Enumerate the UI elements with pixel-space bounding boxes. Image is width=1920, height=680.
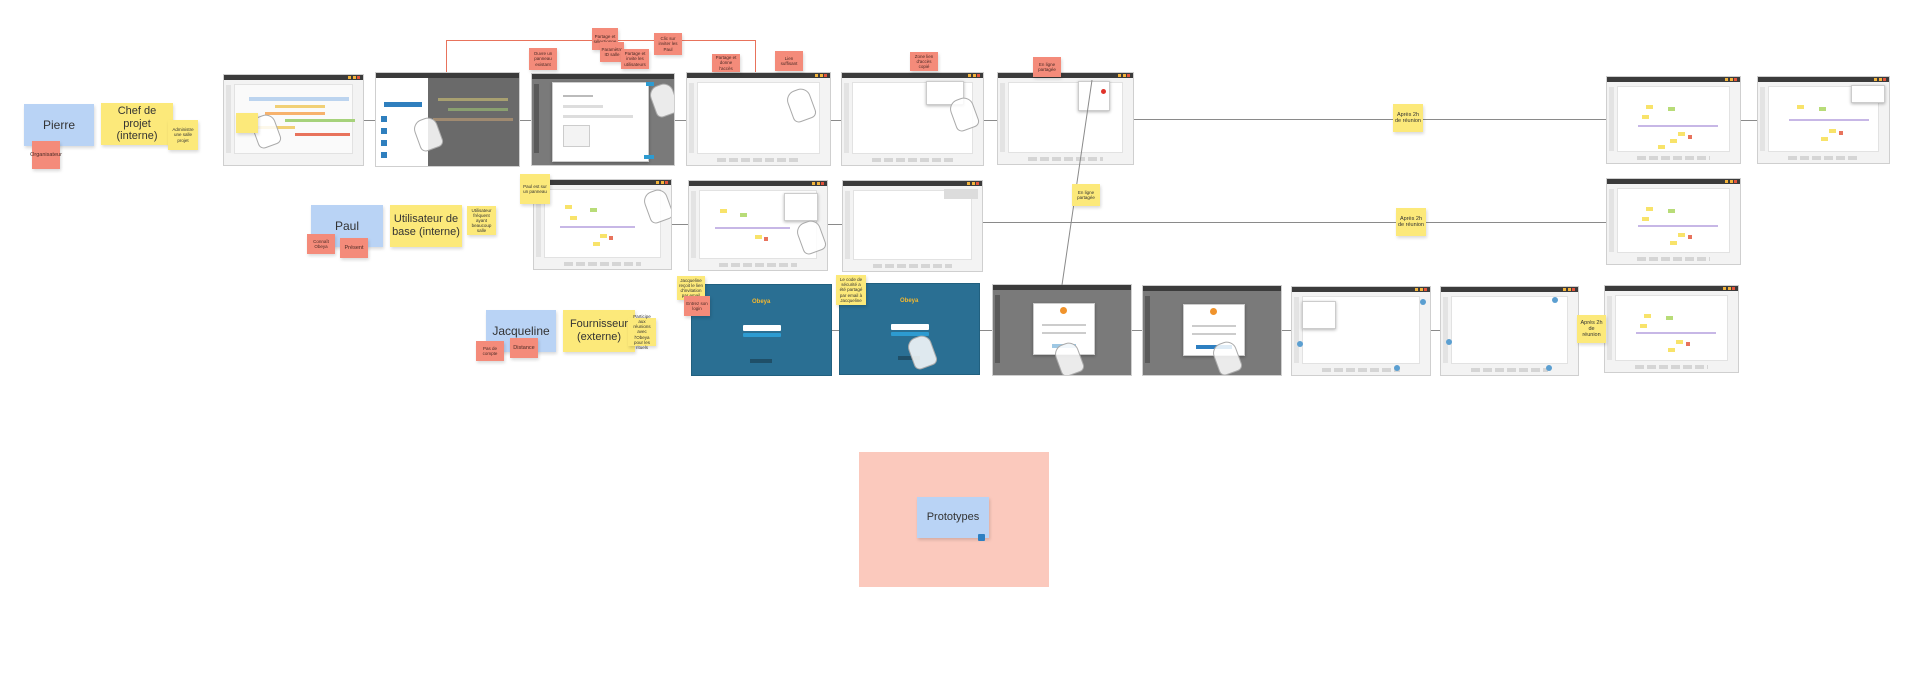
note-row3-b[interactable]: Entrez son login [684, 296, 710, 316]
note-row1-i[interactable]: En ligne partagée [1033, 57, 1061, 77]
screen-r1-2[interactable] [375, 72, 520, 167]
connector-r2-2 [828, 224, 842, 225]
screen-r2-3[interactable] [842, 180, 983, 272]
connector-r1-6 [1741, 120, 1757, 121]
connector-r3-5 [1431, 330, 1440, 331]
note-row3-c[interactable]: Le code de sécurité a été partagé par em… [836, 275, 866, 305]
screen-r3-5[interactable] [1291, 286, 1431, 376]
connector-r1-long [1134, 119, 1606, 120]
persona-pierre-tag[interactable]: Organisateur [30, 141, 62, 169]
note-row1-a[interactable]: Ouvre un panneau existant [529, 48, 557, 70]
prototypes-link-icon[interactable] [978, 534, 985, 541]
screen-r1-8[interactable] [1757, 76, 1890, 164]
screen-r1-3[interactable] [531, 73, 675, 166]
connector-r1-2 [520, 120, 531, 121]
note-after-meeting-r2[interactable]: Après 2h de réunion [1396, 208, 1426, 236]
note-after-meeting-r1[interactable]: Après 2h de réunion [1393, 104, 1423, 132]
screen-r3-3[interactable] [992, 284, 1132, 376]
note-row1-e[interactable]: Clic sur inviter les Paul [654, 33, 682, 55]
screen-r1-5[interactable] [841, 72, 984, 166]
connector-r3-1 [832, 330, 839, 331]
persona-paul-role[interactable]: Utilisateur de base (interne) [390, 205, 462, 247]
persona-paul-tag-1[interactable]: Connaît Obeya [307, 234, 335, 254]
persona-jacqueline-tag-2[interactable]: Distance [510, 338, 538, 358]
screen-r2-2[interactable] [688, 180, 828, 271]
connector-r3-4 [1282, 330, 1291, 331]
screen-r2-4[interactable] [1606, 178, 1741, 265]
screen-r1-1[interactable] [223, 74, 364, 166]
screen-r1-4[interactable] [686, 72, 831, 166]
note-row1-f[interactable]: Partage et donne l'accès [712, 54, 740, 72]
prototypes-label[interactable]: Prototypes [917, 497, 989, 538]
persona-paul-tag-2[interactable]: Présent [340, 238, 368, 258]
persona-jacqueline-role[interactable]: Fournisseur (externe) [563, 310, 635, 352]
screen-r3-7[interactable] [1604, 285, 1739, 373]
persona-pierre-role[interactable]: Chef de projet (interne) [101, 103, 173, 145]
note-mid[interactable]: En ligne partagée [1072, 184, 1100, 206]
note-row1-g[interactable]: Lien suffisant [775, 51, 803, 71]
screen-r1-1-note[interactable] [236, 113, 258, 133]
screen-r2-1[interactable] [533, 179, 672, 270]
connector-r1-5 [984, 120, 997, 121]
persona-jacqueline-tag-1[interactable]: Pas de compte [476, 341, 504, 361]
note-row1-d[interactable]: Partage et invite les utilisateurs [621, 49, 649, 69]
note-after-meeting-r3[interactable]: Après 2h de réunion [1577, 315, 1606, 343]
persona-pierre-card[interactable]: Pierre [24, 104, 94, 146]
connector-r1-3 [675, 120, 686, 121]
connector-r1-1 [364, 120, 375, 121]
screen-r3-login-1[interactable]: Obeya [691, 284, 832, 376]
persona-pierre-note[interactable]: Administre une salle projet [168, 120, 198, 150]
persona-paul-note[interactable]: Utilisateur fréquent ayant beaucoup sall… [467, 206, 496, 235]
connector-r2-1 [672, 224, 688, 225]
screen-r1-7[interactable] [1606, 76, 1741, 164]
connector-r1-4 [831, 120, 841, 121]
screen-r3-4[interactable] [1142, 285, 1282, 376]
persona-jacqueline-note[interactable]: Participe aux réunions avec l'Obeya pour… [628, 314, 656, 350]
note-row1-h[interactable]: Zone lien d'accès copié [910, 52, 938, 71]
note-row2-a[interactable]: Paul est sur un panneau [520, 174, 550, 204]
connector-r3-3 [1132, 330, 1142, 331]
connector-r3-2 [980, 330, 992, 331]
screen-r3-6[interactable] [1440, 286, 1579, 376]
